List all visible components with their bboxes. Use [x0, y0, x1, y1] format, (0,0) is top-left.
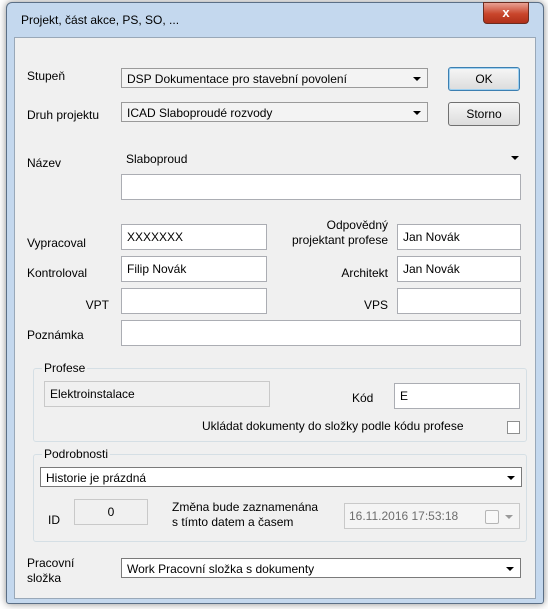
chevron-down-icon — [507, 476, 515, 480]
stupen-select[interactable]: DSP Dokumentace pro stavební povolení — [121, 68, 428, 88]
stupen-label: Stupeň — [27, 69, 66, 83]
kontroloval-input[interactable]: Filip Novák — [121, 256, 267, 282]
profese-name-field: Elektroinstalace — [44, 381, 270, 407]
dialog-window: Projekt, část akce, PS, SO, ... x Stupeň… — [6, 2, 544, 604]
profese-group: Profese Elektroinstalace Kód E Ukládat d… — [33, 361, 527, 442]
vpt-input[interactable] — [121, 288, 267, 314]
kod-input[interactable]: E — [394, 383, 520, 409]
pracovni-label-line1: Pracovní — [27, 556, 75, 570]
vypracoval-value: XXXXXXX — [127, 230, 184, 244]
window-title: Projekt, část akce, PS, SO, ... — [21, 13, 180, 27]
kontroloval-label: Kontroloval — [27, 266, 88, 280]
pracovni-select[interactable]: Work Pracovní složka s dokumenty — [121, 558, 521, 578]
kod-label: Kód — [352, 391, 374, 405]
poznamka-label: Poznámka — [27, 328, 84, 342]
id-label: ID — [48, 513, 60, 527]
chevron-down-icon — [506, 567, 514, 571]
architekt-input[interactable]: Jan Novák — [397, 256, 521, 282]
dialog-client: Stupeň DSP Dokumentace pro stavební povo… — [14, 37, 536, 599]
calendar-checkbox[interactable] — [485, 510, 499, 524]
architekt-value: Jan Novák — [403, 262, 460, 276]
datetime-picker[interactable]: 16.11.2016 17:53:18 — [344, 503, 520, 529]
vpt-label: VPT — [85, 298, 109, 312]
druh-label: Druh projektu — [27, 108, 100, 122]
ok-button[interactable]: OK — [448, 67, 520, 91]
chevron-down-icon — [413, 77, 421, 81]
profese-name: Elektroinstalace — [50, 387, 135, 401]
zodpovedny-value: Jan Novák — [403, 230, 460, 244]
kontroloval-value: Filip Novák — [127, 262, 187, 276]
pracovni-value: Work Pracovní složka s dokumenty — [127, 562, 315, 576]
pracovni-label-line2: složka — [27, 571, 62, 585]
historie-value: Historie je prázdná — [46, 471, 147, 485]
zodpovedny-input[interactable]: Jan Novák — [397, 224, 521, 250]
datetime-value: 16.11.2016 17:53:18 — [349, 509, 459, 523]
druh-value: ICAD Slaboproudé rozvody — [127, 106, 273, 120]
ukladat-checkbox-label: Ukládat dokumenty do složky podle kódu p… — [202, 419, 464, 433]
vypracoval-input[interactable]: XXXXXXX — [121, 224, 267, 250]
profese-group-title: Profese — [42, 361, 88, 375]
cancel-button[interactable]: Storno — [448, 102, 520, 126]
podrobnosti-group-title: Podrobnosti — [42, 447, 111, 461]
change-label-line1: Změna bude zaznamenána — [172, 500, 319, 514]
chevron-down-icon — [413, 111, 421, 115]
stupen-value: DSP Dokumentace pro stavební povolení — [127, 72, 347, 86]
vps-label: VPS — [363, 298, 388, 312]
zodpovedny-label-line2: projektant profese — [291, 233, 388, 247]
vps-input[interactable] — [397, 288, 521, 314]
id-field: 0 — [74, 499, 148, 525]
nazev-value: Slaboproud — [126, 152, 188, 166]
architekt-label: Architekt — [341, 266, 388, 280]
kod-value: E — [400, 389, 409, 403]
nazev-label: Název — [27, 156, 62, 170]
poznamka-input[interactable] — [121, 320, 521, 346]
chevron-down-icon — [505, 515, 513, 519]
druh-select[interactable]: ICAD Slaboproudé rozvody — [121, 102, 428, 122]
podrobnosti-group: Podrobnosti Historie je prázdná ID 0 Změ… — [33, 447, 527, 542]
close-icon: x — [502, 5, 510, 20]
chevron-down-icon — [511, 156, 519, 160]
ukladat-checkbox[interactable] — [507, 421, 520, 434]
nazev-combo[interactable]: Slaboproud — [121, 146, 521, 166]
historie-select[interactable]: Historie je prázdná — [40, 467, 522, 487]
id-value: 0 — [107, 505, 115, 519]
vypracoval-label: Vypracoval — [27, 236, 86, 250]
change-label-line2: s tímto datem a časem — [172, 515, 294, 529]
close-button[interactable]: x — [483, 2, 529, 24]
nazev-second-input[interactable] — [121, 174, 521, 200]
zodpovedny-label-line1: Odpovědný — [326, 218, 388, 232]
